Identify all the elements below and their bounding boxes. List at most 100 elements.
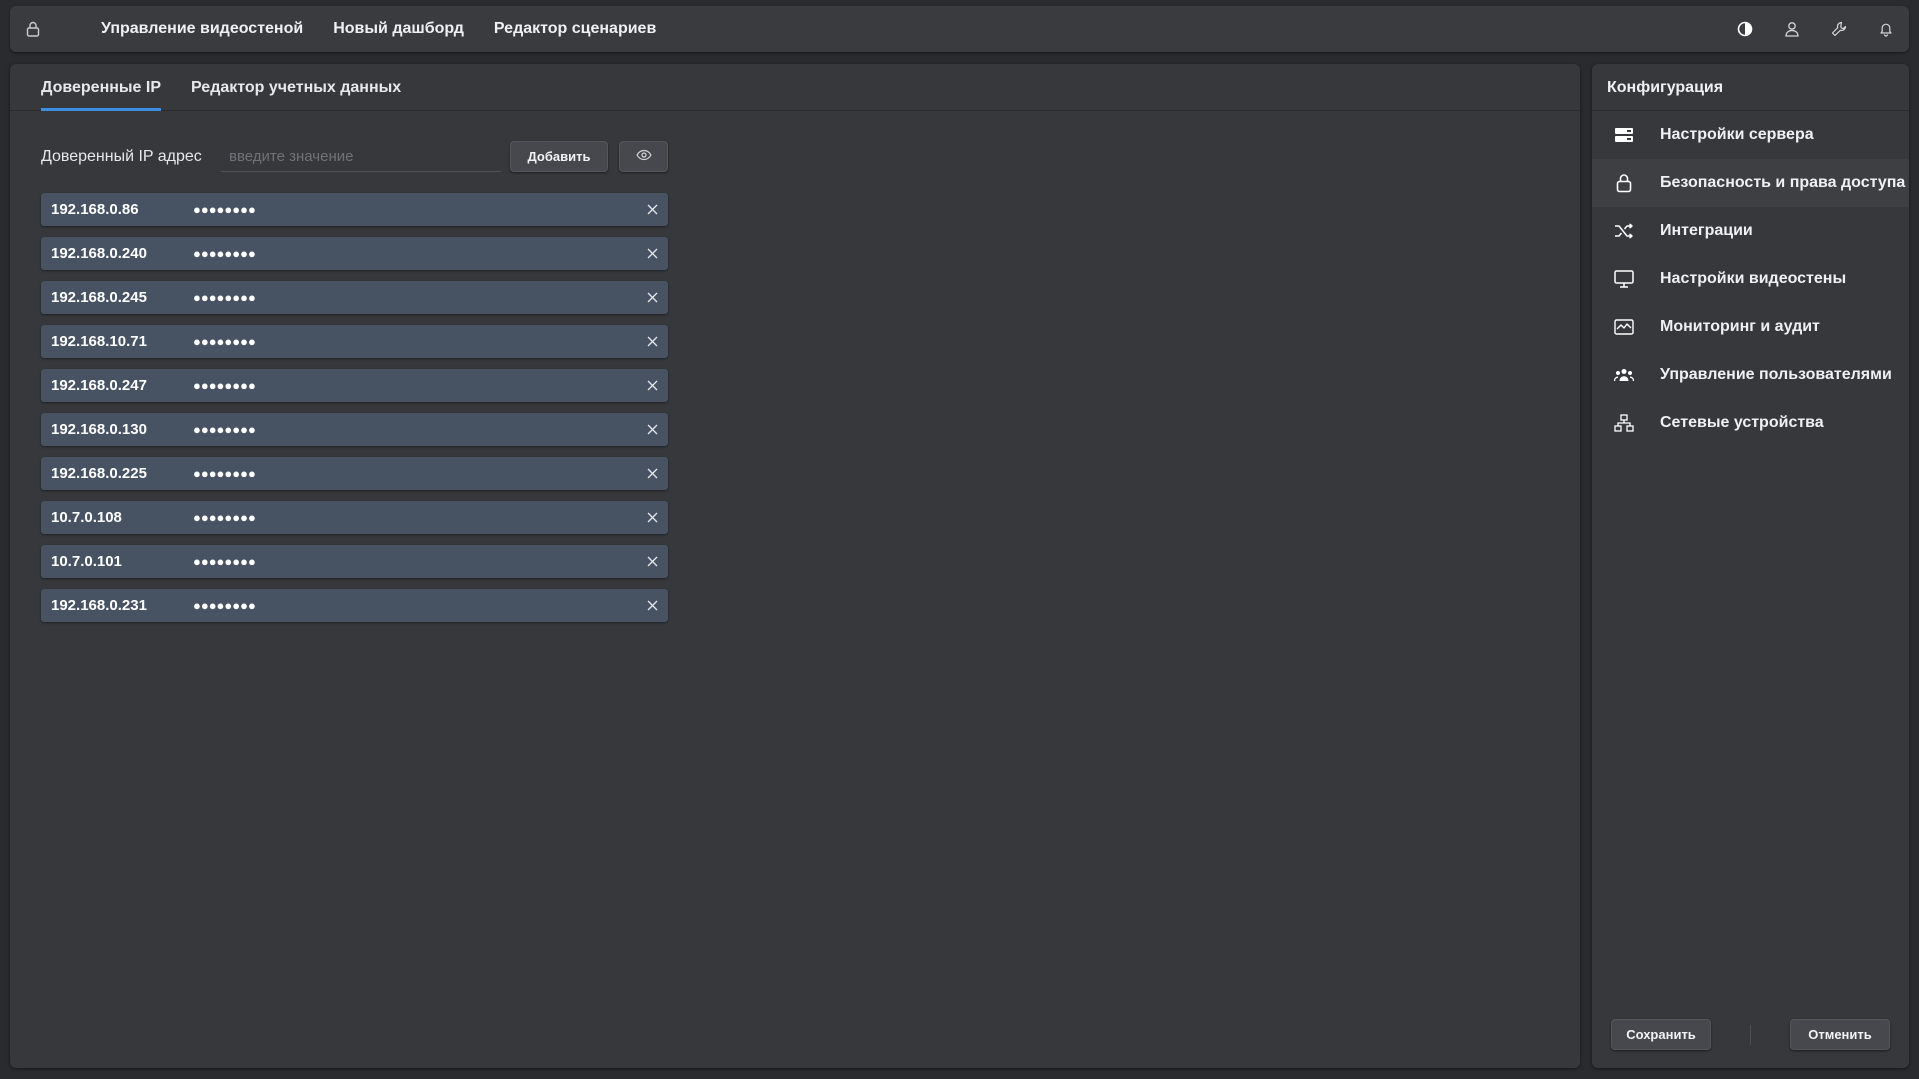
close-icon <box>647 248 658 259</box>
lock-icon <box>1613 172 1635 194</box>
activity-icon <box>1613 316 1635 338</box>
remove-ip-button[interactable] <box>644 421 660 437</box>
ip-entry-row[interactable]: 192.168.10.71 ●●●●●●●● <box>41 325 668 358</box>
monitor-icon <box>1613 268 1635 290</box>
sidebar-footer: Сохранить Отменить <box>1592 1019 1909 1050</box>
eye-icon <box>635 149 652 164</box>
sidebar-item-label: Управление пользователями <box>1660 366 1892 383</box>
close-icon <box>647 468 658 479</box>
sidebar-item-label: Мониторинг и аудит <box>1660 318 1820 335</box>
sidebar-item-server-settings[interactable]: Настройки сервера <box>1592 111 1909 159</box>
ip-entry-row[interactable]: 192.168.0.225 ●●●●●●●● <box>41 457 668 490</box>
masked-secret: ●●●●●●●● <box>193 202 256 217</box>
masked-secret: ●●●●●●●● <box>193 334 256 349</box>
wrench-icon[interactable] <box>1815 6 1862 52</box>
close-icon <box>647 600 658 611</box>
user-icon[interactable] <box>1768 6 1815 52</box>
ip-entry-row[interactable]: 192.168.0.130 ●●●●●●●● <box>41 413 668 446</box>
top-right-icons <box>1721 6 1909 52</box>
shuffle-icon <box>1613 220 1635 242</box>
sidebar-item-label: Интеграции <box>1660 222 1753 239</box>
ip-address: 192.168.0.231 <box>51 597 147 614</box>
remove-ip-button[interactable] <box>644 509 660 525</box>
toggle-visibility-button[interactable] <box>619 141 668 172</box>
sidebar-item-network-devices[interactable]: Сетевые устройства <box>1592 399 1909 447</box>
bell-icon[interactable] <box>1862 6 1909 52</box>
sidebar-item-videowall-settings[interactable]: Настройки видеостены <box>1592 255 1909 303</box>
masked-secret: ●●●●●●●● <box>193 466 256 481</box>
footer-divider <box>1750 1025 1751 1045</box>
top-nav: Управление видеостеной Новый дашборд Ред… <box>86 6 671 52</box>
lock-icon[interactable] <box>10 6 56 52</box>
trusted-ip-input[interactable] <box>221 141 501 172</box>
add-button[interactable]: Добавить <box>510 141 608 172</box>
sidebar-item-label: Безопасность и права доступа <box>1660 174 1906 191</box>
sidebar-item-label: Настройки сервера <box>1660 126 1814 143</box>
nav-new-dashboard[interactable]: Новый дашборд <box>318 6 479 52</box>
ip-address: 192.168.0.130 <box>51 421 147 438</box>
ip-entry-row[interactable]: 192.168.0.247 ●●●●●●●● <box>41 369 668 402</box>
ip-entry-row[interactable]: 10.7.0.108 ●●●●●●●● <box>41 501 668 534</box>
nav-scenario-editor[interactable]: Редактор сценариев <box>479 6 671 52</box>
top-bar: Управление видеостеной Новый дашборд Ред… <box>10 6 1909 52</box>
ip-entry-row[interactable]: 192.168.0.231 ●●●●●●●● <box>41 589 668 622</box>
masked-secret: ●●●●●●●● <box>193 598 256 613</box>
ip-address: 10.7.0.108 <box>51 509 122 526</box>
ip-entry-row[interactable]: 192.168.0.86 ●●●●●●●● <box>41 193 668 226</box>
sidebar-title: Конфигурация <box>1592 64 1909 111</box>
tab-bar: Доверенные IP Редактор учетных данных <box>10 64 1580 111</box>
ip-entry-row[interactable]: 10.7.0.101 ●●●●●●●● <box>41 545 668 578</box>
remove-ip-button[interactable] <box>644 201 660 217</box>
sidebar-item-integrations[interactable]: Интеграции <box>1592 207 1909 255</box>
masked-secret: ●●●●●●●● <box>193 554 256 569</box>
remove-ip-button[interactable] <box>644 553 660 569</box>
sidebar-item-monitoring[interactable]: Мониторинг и аудит <box>1592 303 1909 351</box>
ip-address: 192.168.10.71 <box>51 333 147 350</box>
sidebar-item-label: Настройки видеостены <box>1660 270 1847 287</box>
remove-ip-button[interactable] <box>644 465 660 481</box>
ip-address: 192.168.0.225 <box>51 465 147 482</box>
sidebar-list: Настройки сервера Безопасность и права д… <box>1592 111 1909 447</box>
ip-address: 192.168.0.247 <box>51 377 147 394</box>
remove-ip-button[interactable] <box>644 597 660 613</box>
masked-secret: ●●●●●●●● <box>193 510 256 525</box>
sidebar-item-user-management[interactable]: Управление пользователями <box>1592 351 1909 399</box>
close-icon <box>647 292 658 303</box>
remove-ip-button[interactable] <box>644 377 660 393</box>
close-icon <box>647 512 658 523</box>
sidebar-item-security[interactable]: Безопасность и права доступа <box>1592 159 1909 207</box>
masked-secret: ●●●●●●●● <box>193 246 256 261</box>
remove-ip-button[interactable] <box>644 333 660 349</box>
tab-trusted-ip[interactable]: Доверенные IP <box>41 64 162 111</box>
masked-secret: ●●●●●●●● <box>193 290 256 305</box>
close-icon <box>647 556 658 567</box>
masked-secret: ●●●●●●●● <box>193 422 256 437</box>
cancel-button[interactable]: Отменить <box>1790 1019 1890 1050</box>
network-icon <box>1613 412 1635 434</box>
ip-entry-row[interactable]: 192.168.0.245 ●●●●●●●● <box>41 281 668 314</box>
remove-ip-button[interactable] <box>644 245 660 261</box>
server-icon <box>1613 124 1635 146</box>
ip-address: 10.7.0.101 <box>51 553 122 570</box>
sidebar-item-label: Сетевые устройства <box>1660 414 1824 431</box>
save-button[interactable]: Сохранить <box>1611 1019 1711 1050</box>
close-icon <box>647 336 658 347</box>
ip-address: 192.168.0.240 <box>51 245 147 262</box>
ip-address: 192.168.0.86 <box>51 201 139 218</box>
main-panel: Доверенные IP Редактор учетных данных До… <box>10 64 1580 1068</box>
close-icon <box>647 380 658 391</box>
users-icon <box>1613 364 1635 386</box>
ip-address: 192.168.0.245 <box>51 289 147 306</box>
ip-entry-row[interactable]: 192.168.0.240 ●●●●●●●● <box>41 237 668 270</box>
config-sidebar: Конфигурация Настройки сервера Безопасно… <box>1592 64 1909 1068</box>
remove-ip-button[interactable] <box>644 289 660 305</box>
trusted-ip-list: 192.168.0.86 ●●●●●●●● 192.168.0.240 ●●●●●●●… <box>41 193 668 633</box>
tab-credentials-editor[interactable]: Редактор учетных данных <box>191 64 401 110</box>
contrast-icon[interactable] <box>1721 6 1768 52</box>
trusted-ip-label: Доверенный IP адрес <box>41 147 202 165</box>
masked-secret: ●●●●●●●● <box>193 378 256 393</box>
close-icon <box>647 204 658 215</box>
close-icon <box>647 424 658 435</box>
add-ip-form: Доверенный IP адрес Добавить <box>41 141 668 172</box>
nav-videowall[interactable]: Управление видеостеной <box>86 6 318 52</box>
